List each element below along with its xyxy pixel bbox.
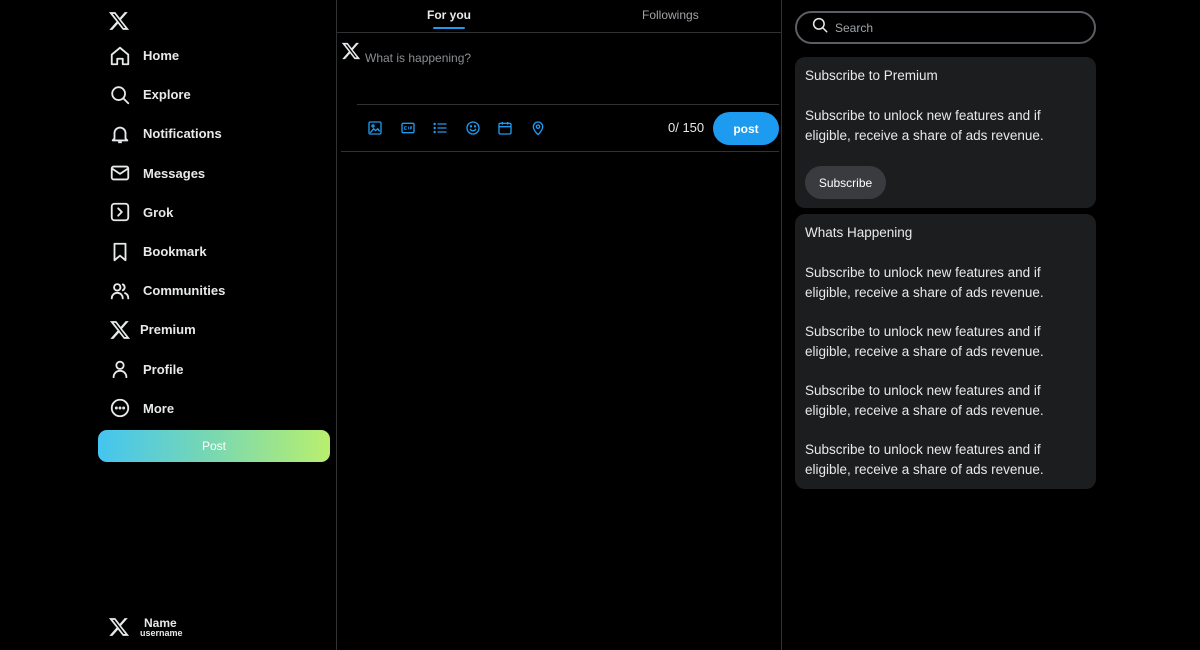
character-count: 0/ 150	[668, 120, 705, 135]
whats-happening-card: Whats Happening Subscribe to unlock new …	[795, 214, 1096, 489]
nav-item-grok[interactable]: Grok	[108, 193, 225, 232]
nav-label-bookmark: Bookmark	[143, 244, 207, 260]
nav-label-more: More	[143, 400, 175, 416]
list-icon[interactable]	[430, 118, 450, 138]
profile-name: Name	[144, 615, 177, 630]
user-icon	[108, 357, 132, 381]
more-circle-icon	[108, 396, 132, 420]
main-nav: Home Explore Notifications Messages Grok…	[108, 36, 225, 428]
active-tab-indicator	[433, 27, 465, 29]
x-logo-icon[interactable]	[108, 10, 130, 32]
location-icon[interactable]	[528, 118, 548, 138]
premium-card-title: Subscribe to Premium	[805, 68, 938, 83]
trend-item[interactable]: Subscribe to unlock new features and if …	[805, 440, 1065, 480]
feed-tabs: For you Followings	[337, 0, 781, 33]
main-feed: For you Followings What is happening? 0/…	[336, 0, 782, 650]
app-root: Home Explore Notifications Messages Grok…	[0, 0, 1200, 650]
left-sidebar: Home Explore Notifications Messages Grok…	[0, 0, 336, 650]
search-bar[interactable]	[795, 11, 1096, 44]
nav-item-home[interactable]: Home	[108, 36, 225, 75]
nav-item-premium[interactable]: Premium	[108, 310, 225, 349]
image-icon[interactable]	[365, 118, 385, 138]
users-icon	[108, 279, 132, 303]
grok-icon	[108, 200, 132, 224]
compose-post-button[interactable]: post	[713, 112, 779, 145]
bookmark-icon	[108, 240, 132, 264]
trend-item[interactable]: Subscribe to unlock new features and if …	[805, 322, 1065, 362]
nav-label-explore: Explore	[143, 87, 191, 103]
nav-label-messages: Messages	[143, 165, 206, 181]
compose-input[interactable]	[365, 48, 765, 68]
trend-item[interactable]: Subscribe to unlock new features and if …	[805, 381, 1065, 421]
bell-icon	[108, 122, 132, 146]
nav-label-notifications: Notifications	[143, 126, 222, 142]
nav-item-more[interactable]: More	[108, 389, 225, 428]
compose-toolbar	[365, 118, 561, 138]
compose-divider	[357, 104, 779, 105]
nav-item-notifications[interactable]: Notifications	[108, 114, 225, 153]
nav-label-premium: Premium	[140, 322, 196, 338]
avatar	[108, 616, 130, 638]
subscribe-button[interactable]: Subscribe	[805, 166, 886, 199]
x-logo-icon	[341, 41, 361, 61]
nav-item-profile[interactable]: Profile	[108, 350, 225, 389]
search-input[interactable]	[835, 20, 1075, 35]
nav-label-communities: Communities	[143, 283, 226, 299]
tab-for-you[interactable]: For you	[427, 8, 471, 22]
account-switcher[interactable]: Name username	[108, 616, 183, 638]
profile-text: Name username	[140, 617, 183, 638]
nav-label-grok: Grok	[143, 204, 174, 220]
profile-username: username	[140, 627, 183, 638]
schedule-icon[interactable]	[495, 118, 515, 138]
whats-happening-title: Whats Happening	[805, 225, 913, 240]
premium-card: Subscribe to Premium Subscribe to unlock…	[795, 57, 1096, 208]
search-icon	[108, 83, 132, 107]
nav-label-home: Home	[143, 48, 180, 64]
x-logo-icon	[108, 318, 132, 342]
emoji-icon[interactable]	[463, 118, 483, 138]
search-icon	[811, 16, 829, 39]
premium-card-body: Subscribe to unlock new features and if …	[805, 108, 1044, 143]
home-icon	[108, 44, 132, 68]
trend-item[interactable]: Subscribe to unlock new features and if …	[805, 263, 1065, 303]
compose-bottom-divider	[341, 151, 779, 152]
nav-item-explore[interactable]: Explore	[108, 75, 225, 114]
tab-followings[interactable]: Followings	[642, 8, 699, 22]
gif-icon[interactable]	[398, 118, 418, 138]
nav-item-bookmark[interactable]: Bookmark	[108, 232, 225, 271]
nav-item-communities[interactable]: Communities	[108, 271, 225, 310]
nav-item-messages[interactable]: Messages	[108, 154, 225, 193]
nav-label-profile: Profile	[143, 361, 184, 377]
mail-icon	[108, 161, 132, 185]
post-button[interactable]: Post	[98, 430, 330, 462]
